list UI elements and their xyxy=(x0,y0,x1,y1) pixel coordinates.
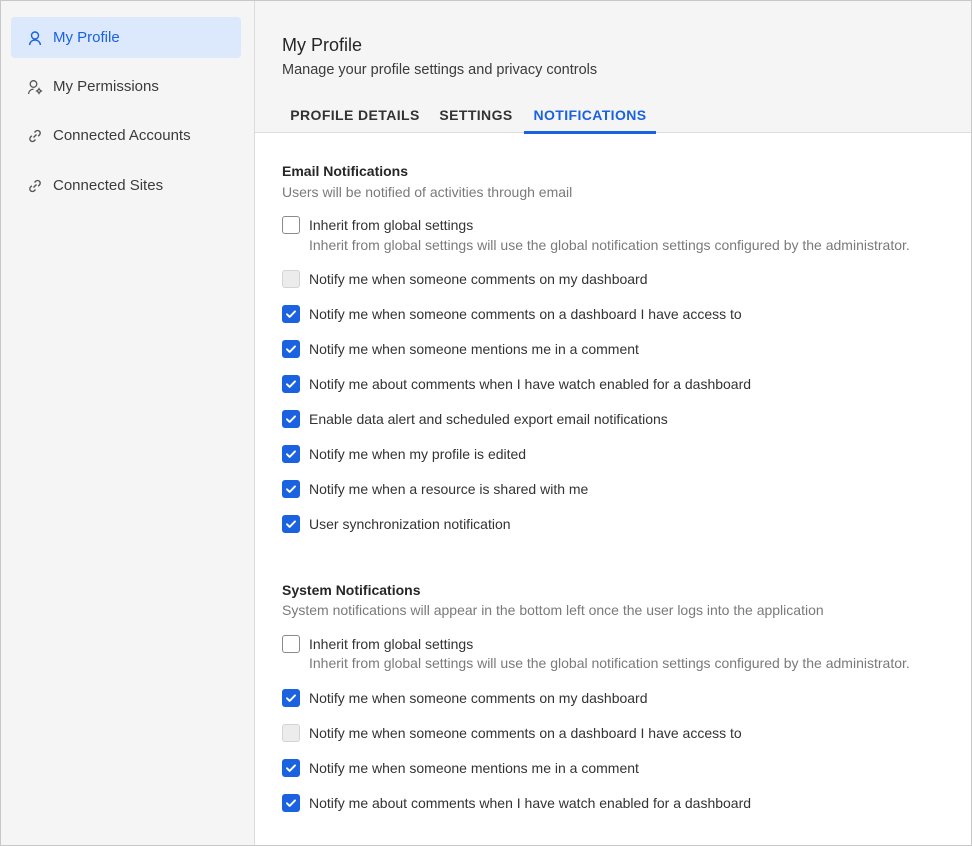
option-label: Notify me about comments when I have wat… xyxy=(309,795,752,811)
tab-profile-details[interactable]: PROFILE DETAILS xyxy=(282,97,428,133)
option-label: Notify me when someone comments on my da… xyxy=(309,690,648,706)
checkmark-icon xyxy=(286,485,296,493)
option-label: Inherit from global settings xyxy=(309,636,474,652)
tab-settings[interactable]: SETTINGS xyxy=(428,97,524,133)
checkmark-icon xyxy=(286,450,296,458)
system-option-3[interactable]: Notify me when someone mentions me in a … xyxy=(282,758,639,778)
checkbox[interactable] xyxy=(282,216,300,234)
email-option-5[interactable]: Enable data alert and scheduled export e… xyxy=(282,409,668,429)
checkbox[interactable] xyxy=(282,305,300,323)
checkbox[interactable] xyxy=(282,759,300,777)
tab-notifications[interactable]: NOTIFICATIONS xyxy=(524,97,656,134)
user-gear-icon xyxy=(26,78,44,96)
option-label: Notify me when someone comments on a das… xyxy=(309,306,742,322)
sidebar-item-label: Connected Sites xyxy=(53,177,164,194)
link-icon xyxy=(26,177,44,195)
sidebar-item-my-permissions[interactable]: My Permissions xyxy=(11,66,241,107)
checkmark-icon xyxy=(286,764,296,772)
sidebar-item-connected-accounts[interactable]: Connected Accounts xyxy=(11,115,241,156)
sidebar-item-label: My Permissions xyxy=(53,78,159,95)
checkmark-icon xyxy=(286,415,296,423)
checkmark-icon xyxy=(286,345,296,353)
option-label: Inherit from global settings xyxy=(309,217,474,233)
checkmark-icon xyxy=(286,694,296,702)
page-subtitle: Manage your profile settings and privacy… xyxy=(282,62,598,78)
user-icon xyxy=(26,29,44,47)
system-option-4[interactable]: Notify me about comments when I have wat… xyxy=(282,793,751,813)
checkbox xyxy=(282,270,300,288)
page-title: My Profile xyxy=(282,35,363,55)
checkbox[interactable] xyxy=(282,689,300,707)
email-option-2[interactable]: Notify me when someone comments on a das… xyxy=(282,304,742,324)
sidebar: My Profile My Permissions Connected Acco… xyxy=(1,1,255,845)
checkmark-icon xyxy=(286,380,296,388)
option-label: Notify me when someone mentions me in a … xyxy=(309,760,639,776)
option-help-text: Inherit from global settings will use th… xyxy=(309,655,910,671)
system-section-title: System Notifications xyxy=(282,582,421,598)
checkmark-icon xyxy=(286,520,296,528)
email-section-description: Users will be notified of activities thr… xyxy=(282,184,573,200)
sidebar-item-label: My Profile xyxy=(53,29,120,46)
email-option-4[interactable]: Notify me about comments when I have wat… xyxy=(282,374,751,394)
tab-label: PROFILE DETAILS xyxy=(290,107,420,123)
email-option-8[interactable]: User synchronization notification xyxy=(282,514,511,534)
checkbox[interactable] xyxy=(282,445,300,463)
checkbox[interactable] xyxy=(282,794,300,812)
system-option-2[interactable]: Notify me when someone comments on a das… xyxy=(282,723,742,743)
system-option-0[interactable]: Inherit from global settings xyxy=(282,634,473,654)
option-label: Enable data alert and scheduled export e… xyxy=(309,411,668,427)
option-label: Notify me when someone comments on a das… xyxy=(309,725,742,741)
checkbox[interactable] xyxy=(282,515,300,533)
checkbox[interactable] xyxy=(282,410,300,428)
sidebar-item-my-profile[interactable]: My Profile xyxy=(11,17,241,58)
email-option-6[interactable]: Notify me when my profile is edited xyxy=(282,444,526,464)
checkbox[interactable] xyxy=(282,635,300,653)
option-label: User synchronization notification xyxy=(309,516,511,532)
option-label: Notify me when someone mentions me in a … xyxy=(309,341,639,357)
option-label: Notify me when my profile is edited xyxy=(309,446,527,462)
checkmark-icon xyxy=(286,799,296,807)
checkmark-icon xyxy=(286,310,296,318)
checkbox[interactable] xyxy=(282,480,300,498)
page-header: My Profile Manage your profile settings … xyxy=(255,1,971,134)
option-help-text: Inherit from global settings will use th… xyxy=(309,237,910,253)
checkbox[interactable] xyxy=(282,340,300,358)
tab-label: NOTIFICATIONS xyxy=(533,107,647,123)
email-section-title: Email Notifications xyxy=(282,163,409,179)
checkbox xyxy=(282,724,300,742)
system-option-1[interactable]: Notify me when someone comments on my da… xyxy=(282,688,648,708)
email-option-3[interactable]: Notify me when someone mentions me in a … xyxy=(282,339,639,359)
option-label: Notify me about comments when I have wat… xyxy=(309,376,752,392)
system-section-description: System notifications will appear in the … xyxy=(282,602,824,618)
email-option-7[interactable]: Notify me when a resource is shared with… xyxy=(282,479,588,499)
email-option-1[interactable]: Notify me when someone comments on my da… xyxy=(282,269,648,289)
option-label: Notify me when someone comments on my da… xyxy=(309,271,648,287)
sidebar-item-label: Connected Accounts xyxy=(53,127,191,144)
sidebar-item-connected-sites[interactable]: Connected Sites xyxy=(11,165,241,206)
tab-label: SETTINGS xyxy=(439,107,513,123)
option-label: Notify me when a resource is shared with… xyxy=(309,481,589,497)
link-icon xyxy=(26,127,44,145)
checkbox[interactable] xyxy=(282,375,300,393)
email-option-0[interactable]: Inherit from global settings xyxy=(282,215,473,235)
